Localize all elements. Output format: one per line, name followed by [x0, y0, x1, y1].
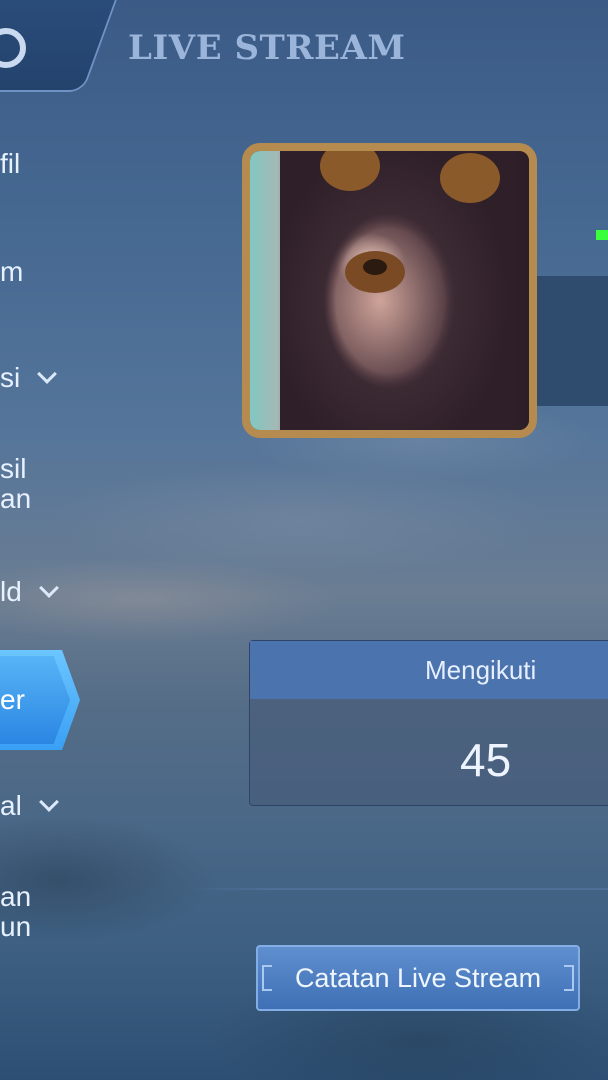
stat-value: 45 [460, 734, 512, 786]
sidebar-item-label: m [0, 256, 24, 287]
chevron-down-icon [38, 792, 59, 812]
sidebar-item-label: sil [0, 453, 27, 484]
stat-label: Mengikuti [250, 641, 608, 699]
profile-avatar[interactable] [242, 143, 537, 438]
divider [190, 888, 608, 890]
chevron-down-icon [37, 364, 58, 384]
sidebar-item-label: ld [0, 576, 22, 607]
sidebar-item-sil-an[interactable]: sil an [0, 454, 31, 514]
following-stat-box: Mengikuti 45 [249, 640, 608, 806]
sidebar-item-label: un [0, 911, 32, 942]
sidebar-item-label: fil [0, 148, 21, 179]
sidebar-item-an-un[interactable]: an un [0, 882, 31, 942]
online-indicator [596, 230, 608, 240]
sidebar-item-si[interactable]: si [0, 362, 58, 394]
sidebar-item-label: er [0, 684, 25, 715]
sidebar-item-m[interactable]: m [0, 256, 23, 288]
sidebar-item-ld[interactable]: ld [0, 576, 59, 608]
sidebar-item-label: an [0, 483, 32, 514]
dog-ear-filter [440, 153, 500, 203]
dog-nose-tip [363, 259, 387, 275]
sidebar-item-al[interactable]: al [0, 790, 59, 822]
sidebar-item-profil[interactable]: fil [0, 148, 20, 180]
sidebar-item-label: an [0, 881, 32, 912]
chevron-down-icon [38, 578, 59, 598]
sidebar-item-label: si [0, 362, 21, 393]
sidebar-item-label: al [0, 790, 22, 821]
page-title: LIVE STREAM [128, 28, 406, 68]
side-info-panel [537, 276, 608, 406]
live-stream-record-button[interactable]: Catatan Live Stream [256, 945, 580, 1011]
dog-ear-filter [320, 151, 380, 191]
